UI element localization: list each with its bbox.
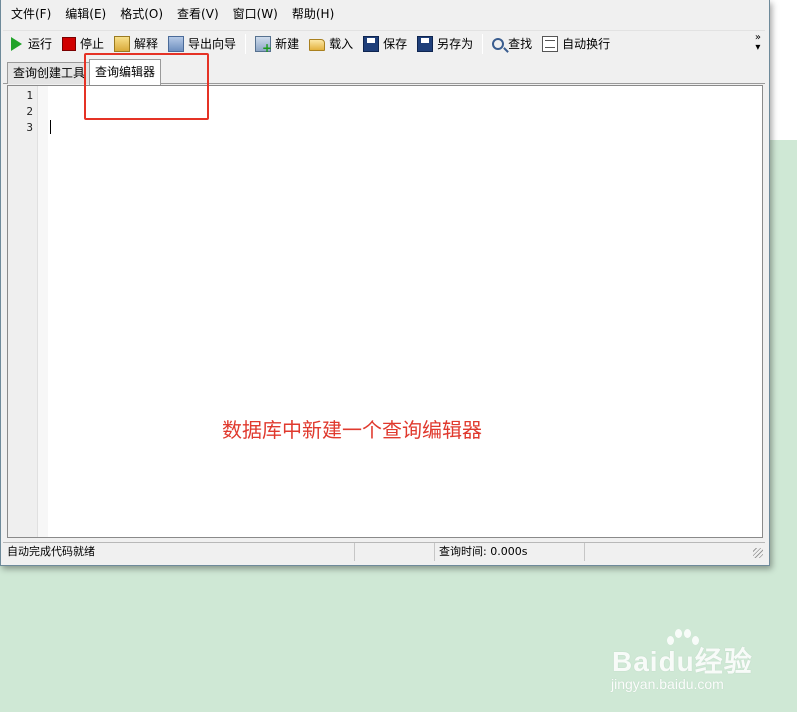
- explain-icon: [114, 35, 131, 52]
- sql-editor[interactable]: 1 2 3 数据库中新建一个查询编辑器: [7, 85, 763, 538]
- explain-label: 解释: [134, 37, 159, 51]
- menu-help[interactable]: 帮助(H): [284, 4, 340, 24]
- status-bar: 自动完成代码就绪 查询时间: 0.000s: [3, 542, 765, 561]
- new-button[interactable]: 新建: [250, 32, 304, 56]
- stop-icon: [62, 36, 77, 51]
- run-label: 运行: [28, 37, 53, 51]
- line-number-gutter: 1 2 3: [8, 86, 38, 537]
- find-button[interactable]: 查找: [487, 32, 537, 56]
- tab-bar: 查询创建工具 查询编辑器: [3, 58, 765, 85]
- save-as-label: 另存为: [437, 37, 474, 51]
- resize-grip[interactable]: [753, 548, 763, 558]
- menu-file[interactable]: 文件(F): [3, 4, 57, 24]
- menu-view[interactable]: 查看(V): [169, 4, 225, 24]
- save-button[interactable]: 保存: [358, 32, 412, 56]
- line-number: 1: [26, 89, 33, 102]
- tab-query-editor[interactable]: 查询编辑器: [89, 59, 162, 85]
- play-icon: [11, 36, 22, 51]
- word-wrap-label: 自动换行: [562, 37, 611, 51]
- save-icon: [363, 35, 380, 52]
- toolbar-overflow-button[interactable]: » ▾: [755, 33, 761, 53]
- save-as-button[interactable]: 另存为: [412, 32, 478, 56]
- watermark-logo: Baidu经验: [612, 646, 753, 677]
- new-label: 新建: [275, 37, 300, 51]
- folder-open-icon: [309, 38, 326, 51]
- fold-margin: [38, 86, 48, 537]
- export-icon: [168, 35, 185, 52]
- menu-format[interactable]: 格式(O): [112, 4, 169, 24]
- stop-label: 停止: [80, 37, 105, 51]
- watermark-url: jingyan.baidu.com: [611, 676, 724, 692]
- save-as-icon: [417, 35, 434, 52]
- export-wizard-label: 导出向导: [188, 37, 237, 51]
- save-label: 保存: [383, 37, 408, 51]
- export-wizard-button[interactable]: 导出向导: [163, 32, 241, 56]
- menu-window[interactable]: 窗口(W): [225, 4, 284, 24]
- toolbar-separator: [482, 33, 484, 54]
- annotation-caption: 数据库中新建一个查询编辑器: [222, 418, 482, 442]
- word-wrap-button[interactable]: 自动换行: [537, 32, 615, 56]
- stop-button[interactable]: 停止: [57, 32, 109, 56]
- find-label: 查找: [508, 37, 533, 51]
- new-query-icon: [255, 35, 272, 55]
- menu-bar: 文件(F) 编辑(E) 格式(O) 查看(V) 窗口(W) 帮助(H): [3, 4, 340, 24]
- explain-button[interactable]: 解释: [109, 32, 163, 56]
- status-query-time: 查询时间: 0.000s: [435, 543, 585, 561]
- line-number: 3: [26, 121, 33, 134]
- status-empty-segment: [355, 543, 435, 561]
- word-wrap-icon: [542, 35, 559, 52]
- query-window: 文件(F) 编辑(E) 格式(O) 查看(V) 窗口(W) 帮助(H) 运行 停…: [0, 0, 770, 566]
- line-number: 2: [26, 105, 33, 118]
- tab-query-builder[interactable]: 查询创建工具: [7, 62, 92, 84]
- search-icon: [492, 37, 505, 50]
- load-label: 载入: [329, 37, 354, 51]
- text-caret: [50, 120, 51, 134]
- run-button[interactable]: 运行: [3, 32, 57, 56]
- toolbar-separator: [245, 33, 247, 54]
- chevron-down-icon: ▾: [755, 42, 761, 53]
- load-button[interactable]: 载入: [304, 32, 358, 56]
- status-autocomplete: 自动完成代码就绪: [3, 543, 355, 561]
- menu-edit[interactable]: 编辑(E): [57, 4, 112, 24]
